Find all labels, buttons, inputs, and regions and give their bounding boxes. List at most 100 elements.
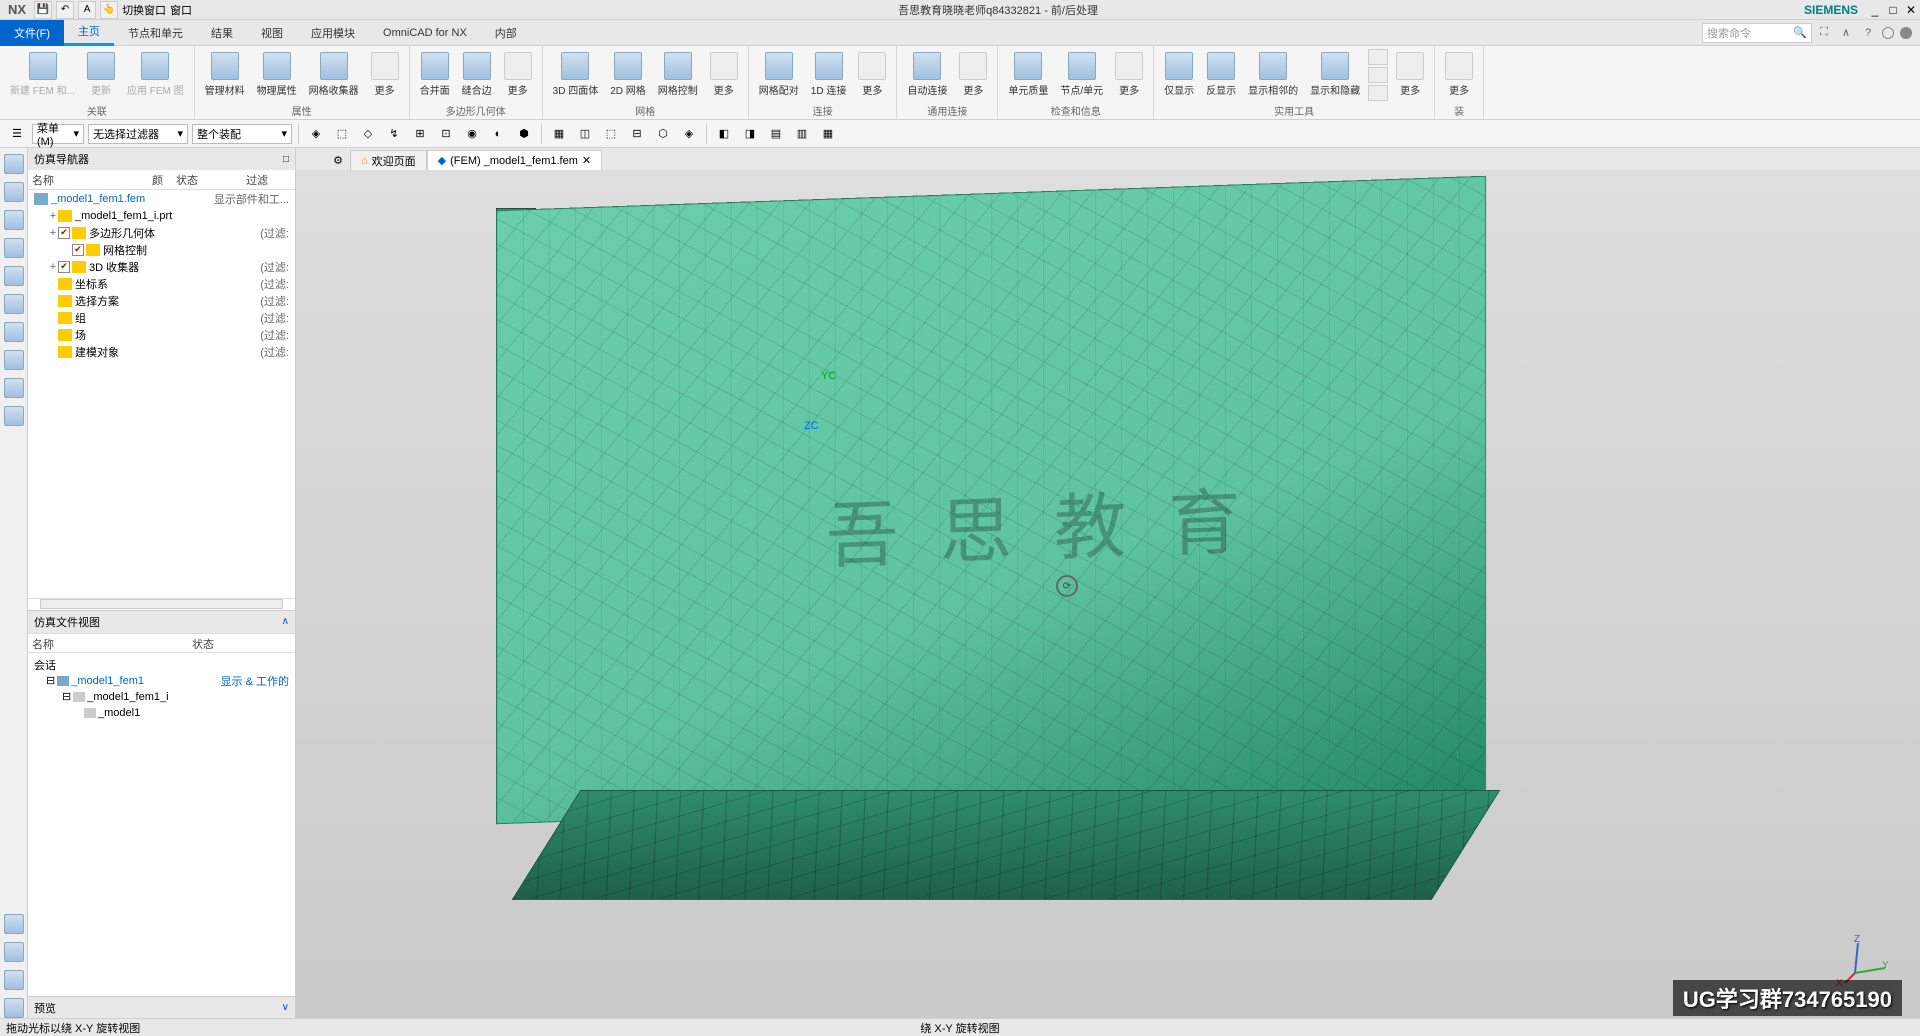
reverse-display-button[interactable]: 反显示 [1202,50,1240,99]
tab-internal[interactable]: 内部 [481,20,531,46]
sim-nav-icon[interactable] [4,154,24,174]
nav-hscrollbar[interactable] [40,599,283,609]
manage-materials-button[interactable]: 管理材料 [201,50,249,99]
connect-more-button[interactable]: 更多 [854,50,890,99]
collapse-icon[interactable]: ∧ [282,616,289,627]
auto-connect-button[interactable]: 自动连接 [903,50,951,99]
mesh-more-button[interactable]: 更多 [706,50,742,99]
tree-row[interactable]: 选择方案(过滤: [28,292,295,309]
2d-mesh-button[interactable]: 2D 网格 [606,50,650,99]
tb-btn-15[interactable]: ◈ [678,123,700,145]
merge-faces-button[interactable]: 合并面 [416,50,454,99]
show-adjacent-button[interactable]: 显示相邻的 [1244,50,1302,99]
rb-icon-4[interactable] [4,238,24,258]
fv-session[interactable]: 会话 [34,657,289,673]
menu-dropdown[interactable]: ☰ [6,123,28,145]
file-menu[interactable]: 文件(F) [0,20,64,46]
tb-btn-6[interactable]: ⊡ [435,123,457,145]
rb-icon-lower-3[interactable] [4,970,24,990]
mesh-collector-button[interactable]: 网格收集器 [305,50,363,99]
tab-config-icon[interactable]: ⚙ [326,150,350,170]
pin-icon[interactable]: □ [283,154,289,165]
help-icon[interactable]: ? [1860,25,1876,41]
rb-icon-lower-2[interactable] [4,942,24,962]
tab-welcome[interactable]: ⌂欢迎页面 [350,150,427,170]
rb-icon-5[interactable] [4,266,24,286]
fv-col-name[interactable]: 名称 [28,634,188,652]
rb-icon-6[interactable] [4,294,24,314]
text-icon[interactable]: A [78,1,96,19]
restore-button[interactable]: □ [1884,1,1902,19]
tree-row[interactable]: 组(过滤: [28,309,295,326]
util-icon-2[interactable] [1368,67,1388,83]
tree-row[interactable]: 建模对象(过滤: [28,343,295,360]
tree-row[interactable]: +✔多边形几何体(过滤: [28,224,295,241]
rb-icon-10[interactable] [4,406,24,426]
save-icon[interactable]: 💾 [34,1,52,19]
fv-col-status[interactable]: 状态 [188,634,295,652]
tb-btn-7[interactable]: ◉ [461,123,483,145]
rb-icon-lower-4[interactable] [4,998,24,1018]
graphics-canvas[interactable]: 吾 思 教 育 YC ZC ⟳ Y Z X UG学习群734765190 [296,170,1920,1018]
windows-button[interactable]: 窗口 [170,2,192,18]
tab-application[interactable]: 应用模块 [297,20,369,46]
tab-home[interactable]: 主页 [64,20,114,46]
tree-row[interactable]: ✔网格控制 [28,241,295,258]
physical-props-button[interactable]: 物理属性 [253,50,301,99]
col-filter[interactable]: 过滤 [242,170,295,189]
show-only-button[interactable]: 仅显示 [1160,50,1198,99]
rb-icon-3[interactable] [4,210,24,230]
tb-btn-4[interactable]: ↯ [383,123,405,145]
selection-filter[interactable]: 无选择过滤器▾ [88,124,188,144]
util-icon-1[interactable] [1368,49,1388,65]
col-name[interactable]: 名称 [28,170,148,189]
back-icon[interactable]: ∧ [1838,25,1854,41]
1d-connect-button[interactable]: 1D 连接 [807,50,851,99]
util-icon-3[interactable] [1368,85,1388,101]
tab-fem-doc[interactable]: ◆(FEM) _model1_fem1.fem✕ [427,150,602,170]
props-more-button[interactable]: 更多 [367,50,403,99]
tb-btn-19[interactable]: ▥ [791,123,813,145]
tb-btn-13[interactable]: ⊟ [626,123,648,145]
mesh-pair-button[interactable]: 网格配对 [755,50,803,99]
tb-btn-8[interactable]: ◐ [487,123,509,145]
tb-btn-5[interactable]: ⊞ [409,123,431,145]
fv-item-1[interactable]: ⊟ _model1_fem1_i [34,689,289,705]
tb-btn-2[interactable]: ⬚ [331,123,353,145]
fullscreen-icon[interactable]: ⛶ [1816,25,1832,41]
node-elem-button[interactable]: 节点/单元 [1056,50,1107,99]
circle1-icon[interactable] [1882,27,1894,39]
tb-btn-16[interactable]: ◧ [713,123,735,145]
circle2-icon[interactable] [1900,27,1912,39]
polygeom-more-button[interactable]: 更多 [500,50,536,99]
genconn-more-button[interactable]: 更多 [955,50,991,99]
tree-row[interactable]: 坐标系(过滤: [28,275,295,292]
minimize-button[interactable]: _ [1866,1,1884,19]
sew-edges-button[interactable]: 缝合边 [458,50,496,99]
file-view-tree[interactable]: 会话 ⊟ _model1_fem1显示 & 工作的 ⊟ _model1_fem1… [28,653,295,997]
tb-btn-20[interactable]: ▦ [817,123,839,145]
postproc-icon[interactable] [4,182,24,202]
tab-omnicad[interactable]: OmniCAD for NX [369,20,481,46]
tree-row[interactable]: 场(过滤: [28,326,295,343]
tab-view[interactable]: 视图 [247,20,297,46]
mesh-control-button[interactable]: 网格控制 [654,50,702,99]
col-status[interactable]: 状态 [172,170,242,189]
tab-close-icon[interactable]: ✕ [582,154,591,167]
rb-icon-9[interactable] [4,378,24,398]
tree-row[interactable]: +_model1_fem1_i.prt [28,207,295,224]
elem-quality-button[interactable]: 单元质量 [1004,50,1052,99]
assembly-filter[interactable]: 整个装配▾ [192,124,292,144]
rb-icon-7[interactable] [4,322,24,342]
fv-item-0[interactable]: ⊟ _model1_fem1显示 & 工作的 [34,673,289,689]
tb-btn-11[interactable]: ◫ [574,123,596,145]
tb-btn-10[interactable]: ▦ [548,123,570,145]
rb-icon-lower-1[interactable] [4,914,24,934]
tb-btn-17[interactable]: ◨ [739,123,761,145]
check-more-button[interactable]: 更多 [1111,50,1147,99]
util-more-button[interactable]: 更多 [1392,50,1428,99]
show-hide-button[interactable]: 显示和隐藏 [1306,50,1364,99]
sim-nav-tree[interactable]: _model1_fem1.fem 显示部件和工... +_model1_fem1… [28,190,295,598]
tb-btn-12[interactable]: ⬚ [600,123,622,145]
assembly-more-button[interactable]: 更多 [1441,50,1477,99]
